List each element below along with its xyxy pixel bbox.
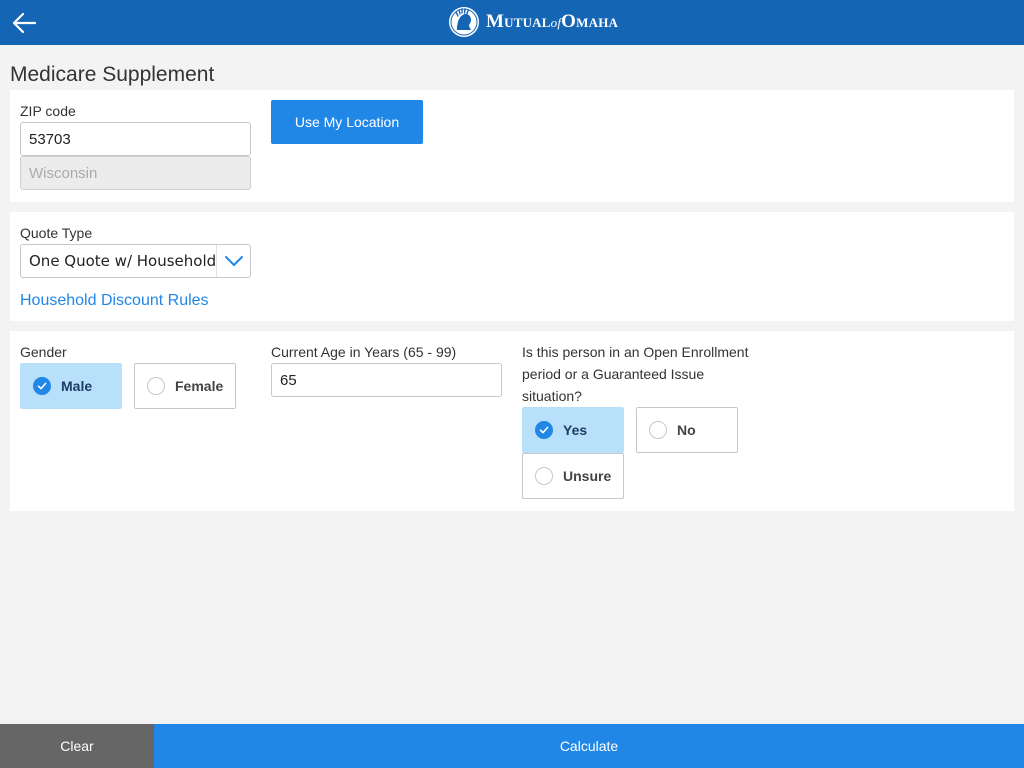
action-bar: Clear Calculate — [0, 724, 1024, 768]
radio-unchecked-icon — [147, 377, 165, 395]
radio-unchecked-icon — [535, 467, 553, 485]
back-button[interactable] — [8, 7, 40, 39]
zip-label: ZIP code — [20, 103, 76, 119]
enrollment-option-unsure[interactable]: Unsure — [522, 453, 624, 499]
enrollment-option-label: Unsure — [563, 468, 612, 484]
gender-option-male[interactable]: Male — [20, 363, 122, 409]
indian-head-emblem-icon — [449, 7, 479, 37]
radio-checked-icon — [535, 421, 553, 439]
enrollment-option-yes[interactable]: Yes — [522, 407, 624, 453]
app-header: MutualofOmaha — [0, 0, 1024, 45]
clear-button[interactable]: Clear — [0, 724, 154, 768]
chevron-down-icon — [224, 256, 243, 266]
gender-label: Gender — [20, 344, 67, 360]
gender-option-female[interactable]: Female — [134, 363, 236, 409]
person-details-card: Gender Male Female Current Age in Years … — [10, 331, 1014, 511]
use-my-location-button[interactable]: Use My Location — [271, 100, 423, 144]
brand-logo: MutualofOmaha — [448, 5, 618, 39]
age-label: Current Age in Years (65 - 99) — [271, 344, 457, 360]
quote-type-select[interactable]: One Quote w/ Household — [20, 244, 251, 278]
household-discount-rules-link[interactable]: Household Discount Rules — [20, 292, 209, 310]
dropdown-toggle[interactable] — [216, 245, 250, 277]
quote-type-label: Quote Type — [20, 225, 93, 241]
age-input[interactable]: 65 — [271, 363, 502, 397]
zip-input[interactable]: 53703 — [20, 122, 251, 156]
enrollment-option-label: Yes — [563, 422, 588, 438]
gender-option-label: Female — [175, 378, 224, 394]
radio-unchecked-icon — [649, 421, 667, 439]
gender-option-label: Male — [61, 378, 93, 394]
brand-name: MutualofOmaha — [486, 11, 619, 32]
radio-checked-icon — [33, 377, 51, 395]
quote-type-card: Quote Type One Quote w/ Household Househ… — [10, 212, 1014, 321]
state-field: Wisconsin — [20, 156, 251, 190]
location-card: ZIP code 53703 Wisconsin Use My Location — [10, 90, 1014, 202]
page-title: Medicare Supplement — [10, 63, 215, 86]
arrow-left-icon — [12, 12, 37, 34]
enrollment-option-no[interactable]: No — [636, 407, 738, 453]
enrollment-question: Is this person in an Open Enrollment per… — [522, 344, 749, 404]
calculate-button[interactable]: Calculate — [154, 724, 1024, 768]
quote-type-value: One Quote w/ Household — [29, 252, 216, 270]
enrollment-option-label: No — [677, 422, 696, 438]
